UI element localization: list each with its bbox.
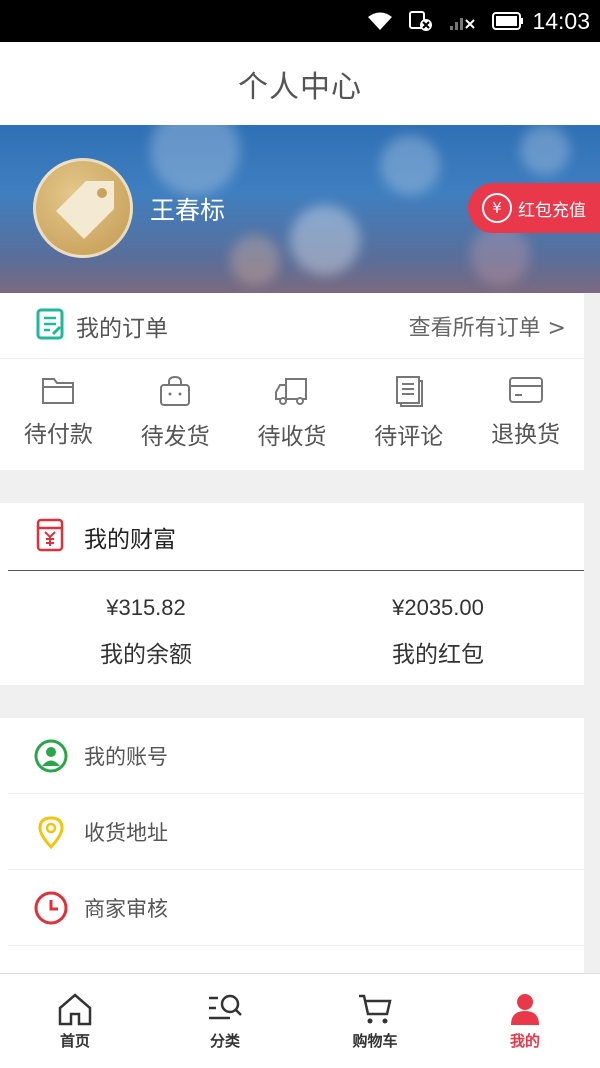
order-status-pending-receipt[interactable]: 待收货 bbox=[234, 359, 351, 469]
order-status-pending-shipment[interactable]: 待发货 bbox=[117, 359, 234, 469]
wealth-header: 我的财富 bbox=[0, 503, 584, 571]
view-all-orders-link[interactable]: 查看所有订单 > bbox=[409, 310, 566, 342]
balance-item[interactable]: ¥315.82 我的余额 bbox=[0, 571, 292, 685]
status-bar: 14:03 bbox=[0, 0, 600, 42]
menu-item-merchant-review[interactable]: 商家审核 bbox=[0, 870, 584, 946]
menu-item-label: 我的账号 bbox=[84, 745, 168, 769]
orders-header[interactable]: 我的订单 查看所有订单 > bbox=[0, 293, 584, 359]
order-status-label: 退换货 bbox=[491, 422, 561, 448]
order-status-label: 待付款 bbox=[23, 422, 93, 448]
location-pin-icon bbox=[38, 816, 64, 849]
nav-label: 我的 bbox=[509, 1031, 540, 1050]
bottom-navigation: 首页 分类 购物车 我的 bbox=[0, 973, 600, 1068]
redpack-label: 我的红包 bbox=[392, 642, 484, 668]
redpack-recharge-button[interactable]: ¥ 红包充值 bbox=[468, 183, 600, 233]
cart-icon bbox=[359, 994, 392, 1023]
nav-label: 分类 bbox=[209, 1031, 240, 1050]
order-status-label: 待评论 bbox=[374, 424, 444, 450]
wallet-yen-icon bbox=[36, 518, 64, 556]
document-icon bbox=[395, 376, 423, 407]
profile-banner: 王春标 ¥ 红包充值 bbox=[0, 125, 600, 293]
wifi-icon bbox=[366, 10, 394, 32]
menu-item-address[interactable]: 收货地址 bbox=[0, 794, 584, 870]
card-icon bbox=[508, 377, 543, 403]
balance-label: 我的余额 bbox=[100, 642, 192, 668]
orders-section: 我的订单 查看所有订单 > 待付款 待发货 待收货 待评论 退换货 bbox=[0, 293, 584, 470]
user-icon bbox=[511, 993, 539, 1025]
nav-mine[interactable]: 我的 bbox=[450, 974, 600, 1068]
order-status-label: 待发货 bbox=[140, 424, 210, 450]
order-list-icon bbox=[36, 308, 64, 344]
home-icon bbox=[58, 992, 92, 1025]
menu-item-label: 商家审核 bbox=[84, 897, 168, 921]
order-status-grid: 待付款 待发货 待收货 待评论 退换货 bbox=[0, 359, 584, 469]
wealth-values: ¥315.82 我的余额 ¥2035.00 我的红包 bbox=[0, 571, 584, 685]
nav-cart[interactable]: 购物车 bbox=[300, 974, 450, 1068]
bag-icon bbox=[160, 375, 191, 406]
category-search-icon bbox=[209, 994, 242, 1019]
scrollbar[interactable] bbox=[584, 293, 600, 973]
yen-refresh-icon: ¥ bbox=[482, 193, 512, 223]
nav-label: 购物车 bbox=[352, 1031, 398, 1050]
avatar[interactable] bbox=[33, 158, 133, 258]
tag-icon bbox=[56, 181, 114, 239]
signal-icon bbox=[448, 10, 478, 32]
order-status-label: 待收货 bbox=[257, 424, 327, 450]
nav-category[interactable]: 分类 bbox=[150, 974, 300, 1068]
clock-icon bbox=[34, 891, 68, 925]
redpack-recharge-label: 红包充值 bbox=[518, 200, 586, 221]
battery-icon bbox=[492, 11, 524, 31]
settings-menu: 我的账号 收货地址 商家审核 bbox=[0, 718, 584, 978]
nav-label: 首页 bbox=[59, 1031, 90, 1050]
redpack-item[interactable]: ¥2035.00 我的红包 bbox=[292, 571, 584, 685]
nav-home[interactable]: 首页 bbox=[0, 974, 150, 1068]
username: 王春标 bbox=[150, 196, 226, 225]
menu-item-label: 收货地址 bbox=[84, 821, 168, 845]
page-title: 个人中心 bbox=[0, 42, 600, 125]
order-status-pending-review[interactable]: 待评论 bbox=[350, 359, 467, 469]
redpack-amount: ¥2035.00 bbox=[392, 595, 484, 620]
wealth-section: 我的财富 ¥315.82 我的余额 ¥2035.00 我的红包 bbox=[0, 503, 584, 685]
menu-item-account[interactable]: 我的账号 bbox=[0, 718, 584, 794]
status-time: 14:03 bbox=[532, 7, 590, 34]
sim-off-icon bbox=[408, 10, 434, 32]
order-status-returns[interactable]: 退换货 bbox=[467, 359, 584, 469]
wealth-title: 我的财富 bbox=[84, 527, 176, 553]
account-icon bbox=[34, 739, 68, 773]
orders-title: 我的订单 bbox=[76, 315, 168, 342]
order-status-pending-payment[interactable]: 待付款 bbox=[0, 359, 117, 469]
truck-icon bbox=[274, 378, 307, 405]
balance-amount: ¥315.82 bbox=[106, 595, 186, 620]
folder-icon bbox=[42, 378, 75, 404]
